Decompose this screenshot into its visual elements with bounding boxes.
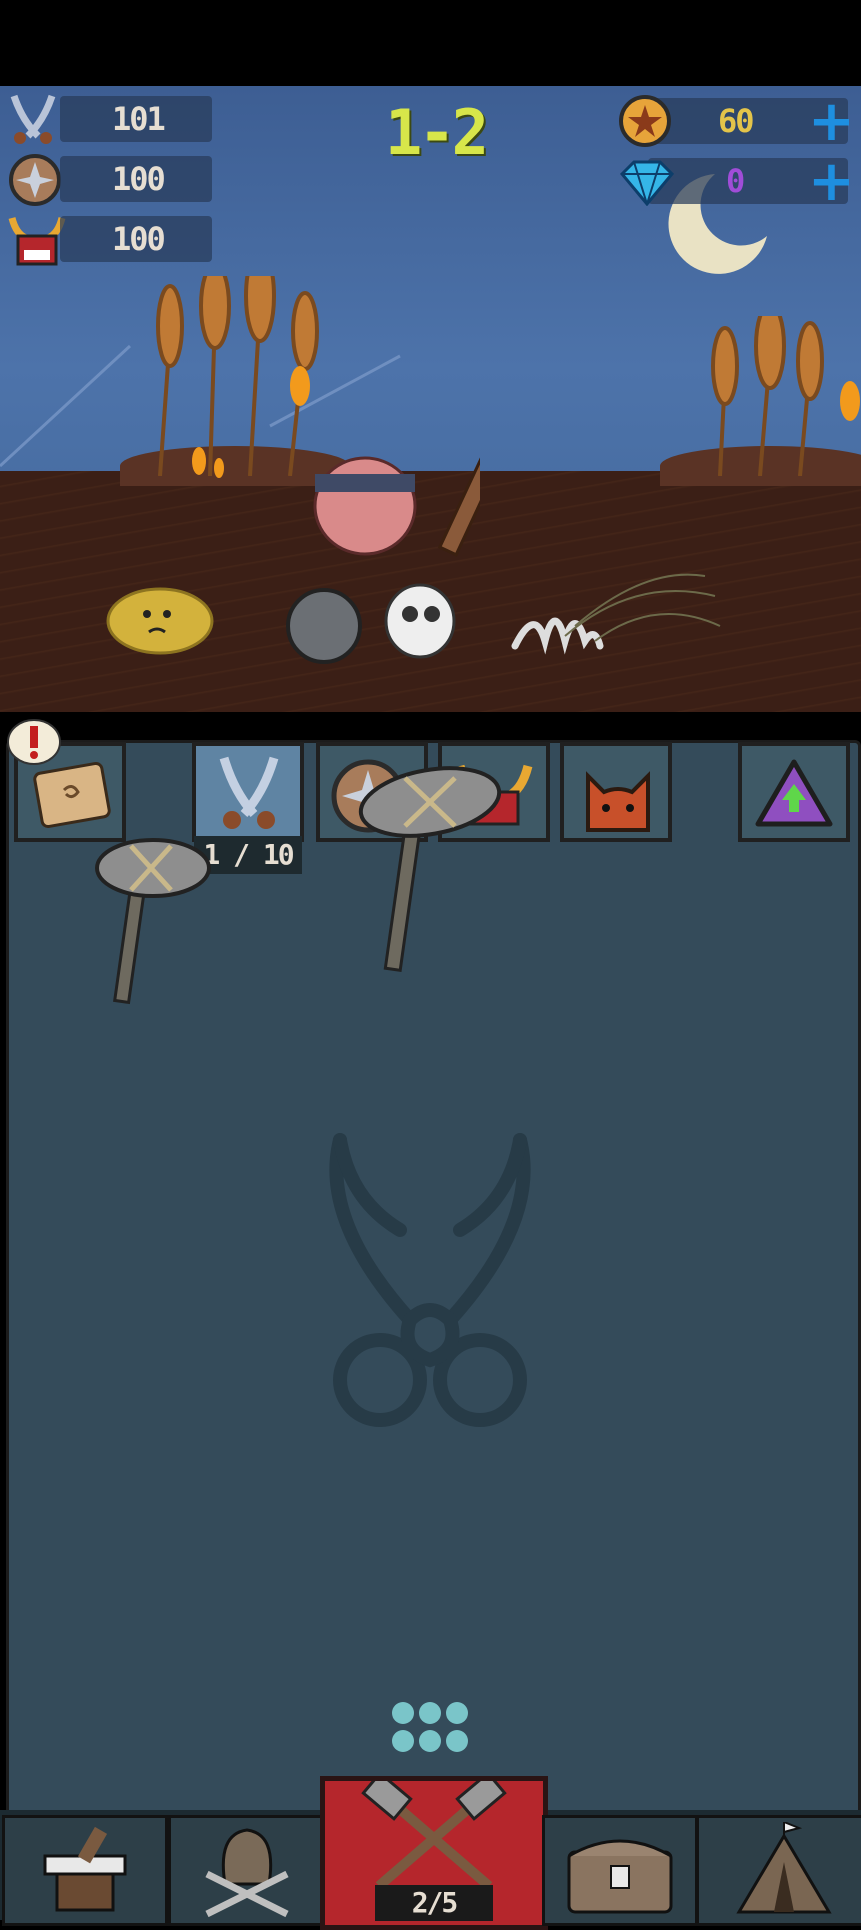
crossed-swords-icon xyxy=(219,756,279,829)
grid-dot xyxy=(446,1702,468,1724)
grid-dot xyxy=(392,1702,414,1724)
nav-forge[interactable] xyxy=(2,1815,168,1926)
crossed-swords-icon xyxy=(10,94,56,144)
alert-badge-icon xyxy=(7,719,61,765)
upgrade-button[interactable] xyxy=(738,742,850,842)
stone-hammer-item[interactable] xyxy=(95,832,215,1012)
battle-counter-bg: 2/5 xyxy=(375,1885,493,1921)
grid-dot xyxy=(446,1730,468,1752)
dry-grass xyxy=(564,573,721,642)
star-coin-icon xyxy=(619,95,671,147)
anvil-icon xyxy=(43,1826,127,1912)
fire-small-icon xyxy=(192,447,224,478)
cat-icon xyxy=(586,771,650,832)
battle-counter: 2/5 xyxy=(411,1886,459,1919)
grid-dot xyxy=(419,1702,441,1724)
diamond-icon xyxy=(619,160,675,206)
nav-camp[interactable] xyxy=(696,1815,861,1926)
tent-icon xyxy=(736,1822,832,1914)
scroll-icon xyxy=(33,761,111,829)
level-indicator: 1-2 xyxy=(385,96,489,169)
crossed-swords-watermark-icon xyxy=(329,1133,531,1427)
stone-hammer-item[interactable] xyxy=(355,760,505,980)
defense-value: 100 xyxy=(112,160,166,198)
viking-helmet-icon xyxy=(8,217,66,266)
helmet-swords-icon xyxy=(205,1828,289,1918)
top-black-bar xyxy=(0,0,861,86)
nav-heroes[interactable] xyxy=(168,1815,324,1926)
arrow-up-icon xyxy=(755,759,833,827)
attack-value: 101 xyxy=(112,100,166,138)
viking-hero xyxy=(286,446,480,664)
crossed-axes-icon xyxy=(361,1781,507,1890)
gem-value: 0 xyxy=(726,162,745,200)
tab-pets[interactable] xyxy=(560,742,672,842)
grid-dot xyxy=(392,1730,414,1752)
grid-dot xyxy=(419,1730,441,1752)
yellow-blob-creature xyxy=(106,587,214,655)
weapon-slot-counter: 1 / 10 xyxy=(203,838,294,871)
tab-weapons[interactable] xyxy=(192,742,304,842)
health-value: 100 xyxy=(112,220,166,258)
add-gems-button[interactable]: + xyxy=(808,154,855,210)
wheat-right xyxy=(711,316,860,476)
nav-chest[interactable] xyxy=(542,1815,698,1926)
gold-value: 60 xyxy=(718,102,755,140)
shield-icon xyxy=(9,154,61,206)
nav-battle[interactable]: 2/5 xyxy=(320,1776,548,1930)
treasure-chest-icon xyxy=(567,1839,673,1914)
add-gold-button[interactable]: + xyxy=(808,94,855,150)
